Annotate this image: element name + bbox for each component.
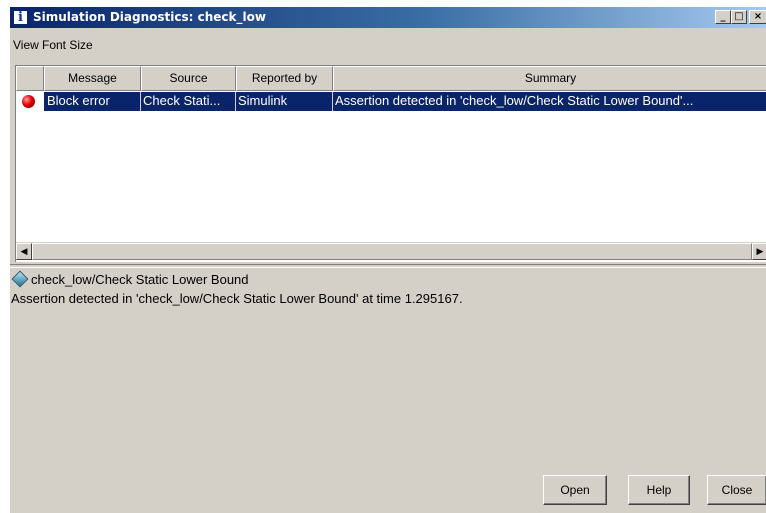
info-icon: i [13, 10, 28, 25]
column-header-message[interactable]: Message [44, 66, 141, 91]
simulation-diagnostics-window: i Simulation Diagnostics: check_low _ □ … [9, 6, 766, 513]
cell-reported-by[interactable]: Simulink [236, 92, 333, 111]
cell-source[interactable]: Check Stati... [141, 92, 236, 111]
open-button[interactable]: Open [543, 475, 607, 505]
horizontal-scrollbar[interactable]: ◀ ▶ [16, 242, 766, 260]
close-button[interactable]: Close [707, 475, 766, 505]
menu-view[interactable]: View [13, 38, 39, 52]
block-path-link[interactable]: check_low/Check Static Lower Bound [31, 272, 249, 287]
minimize-button[interactable]: _ [715, 10, 731, 24]
window-title: Simulation Diagnostics: check_low [33, 10, 266, 24]
scroll-right-button[interactable]: ▶ [752, 243, 766, 260]
error-icon [22, 95, 35, 108]
row-icon-cell [16, 92, 44, 111]
maximize-button[interactable]: □ [731, 10, 747, 24]
scroll-left-button[interactable]: ◀ [16, 243, 32, 260]
block-diamond-icon [11, 270, 29, 288]
column-header-reported-by[interactable]: Reported by [236, 66, 333, 91]
cell-message[interactable]: Block error [44, 92, 141, 111]
column-header-source[interactable]: Source [141, 66, 236, 91]
scrollbar-thumb[interactable] [32, 243, 752, 260]
diagnostics-table: Message Source Reported by Summary Block… [15, 65, 766, 262]
block-path-bar: check_low/Check Static Lower Bound [10, 269, 766, 289]
column-header-summary[interactable]: Summary [333, 66, 766, 91]
column-header-icon[interactable] [16, 66, 44, 91]
message-detail-pane: Assertion detected in 'check_low/Check S… [10, 290, 766, 475]
menu-font-size[interactable]: Font Size [42, 38, 93, 52]
close-window-button[interactable]: × [749, 10, 766, 24]
detail-message: Assertion detected in 'check_low/Check S… [11, 291, 463, 306]
title-bar[interactable]: i Simulation Diagnostics: check_low _ □ … [10, 7, 766, 28]
pane-splitter[interactable] [10, 264, 766, 268]
table-row[interactable]: Block error Check Stati... Simulink Asse… [16, 92, 766, 111]
cell-summary[interactable]: Assertion detected in 'check_low/Check S… [333, 92, 766, 111]
help-button[interactable]: Help [628, 475, 690, 505]
